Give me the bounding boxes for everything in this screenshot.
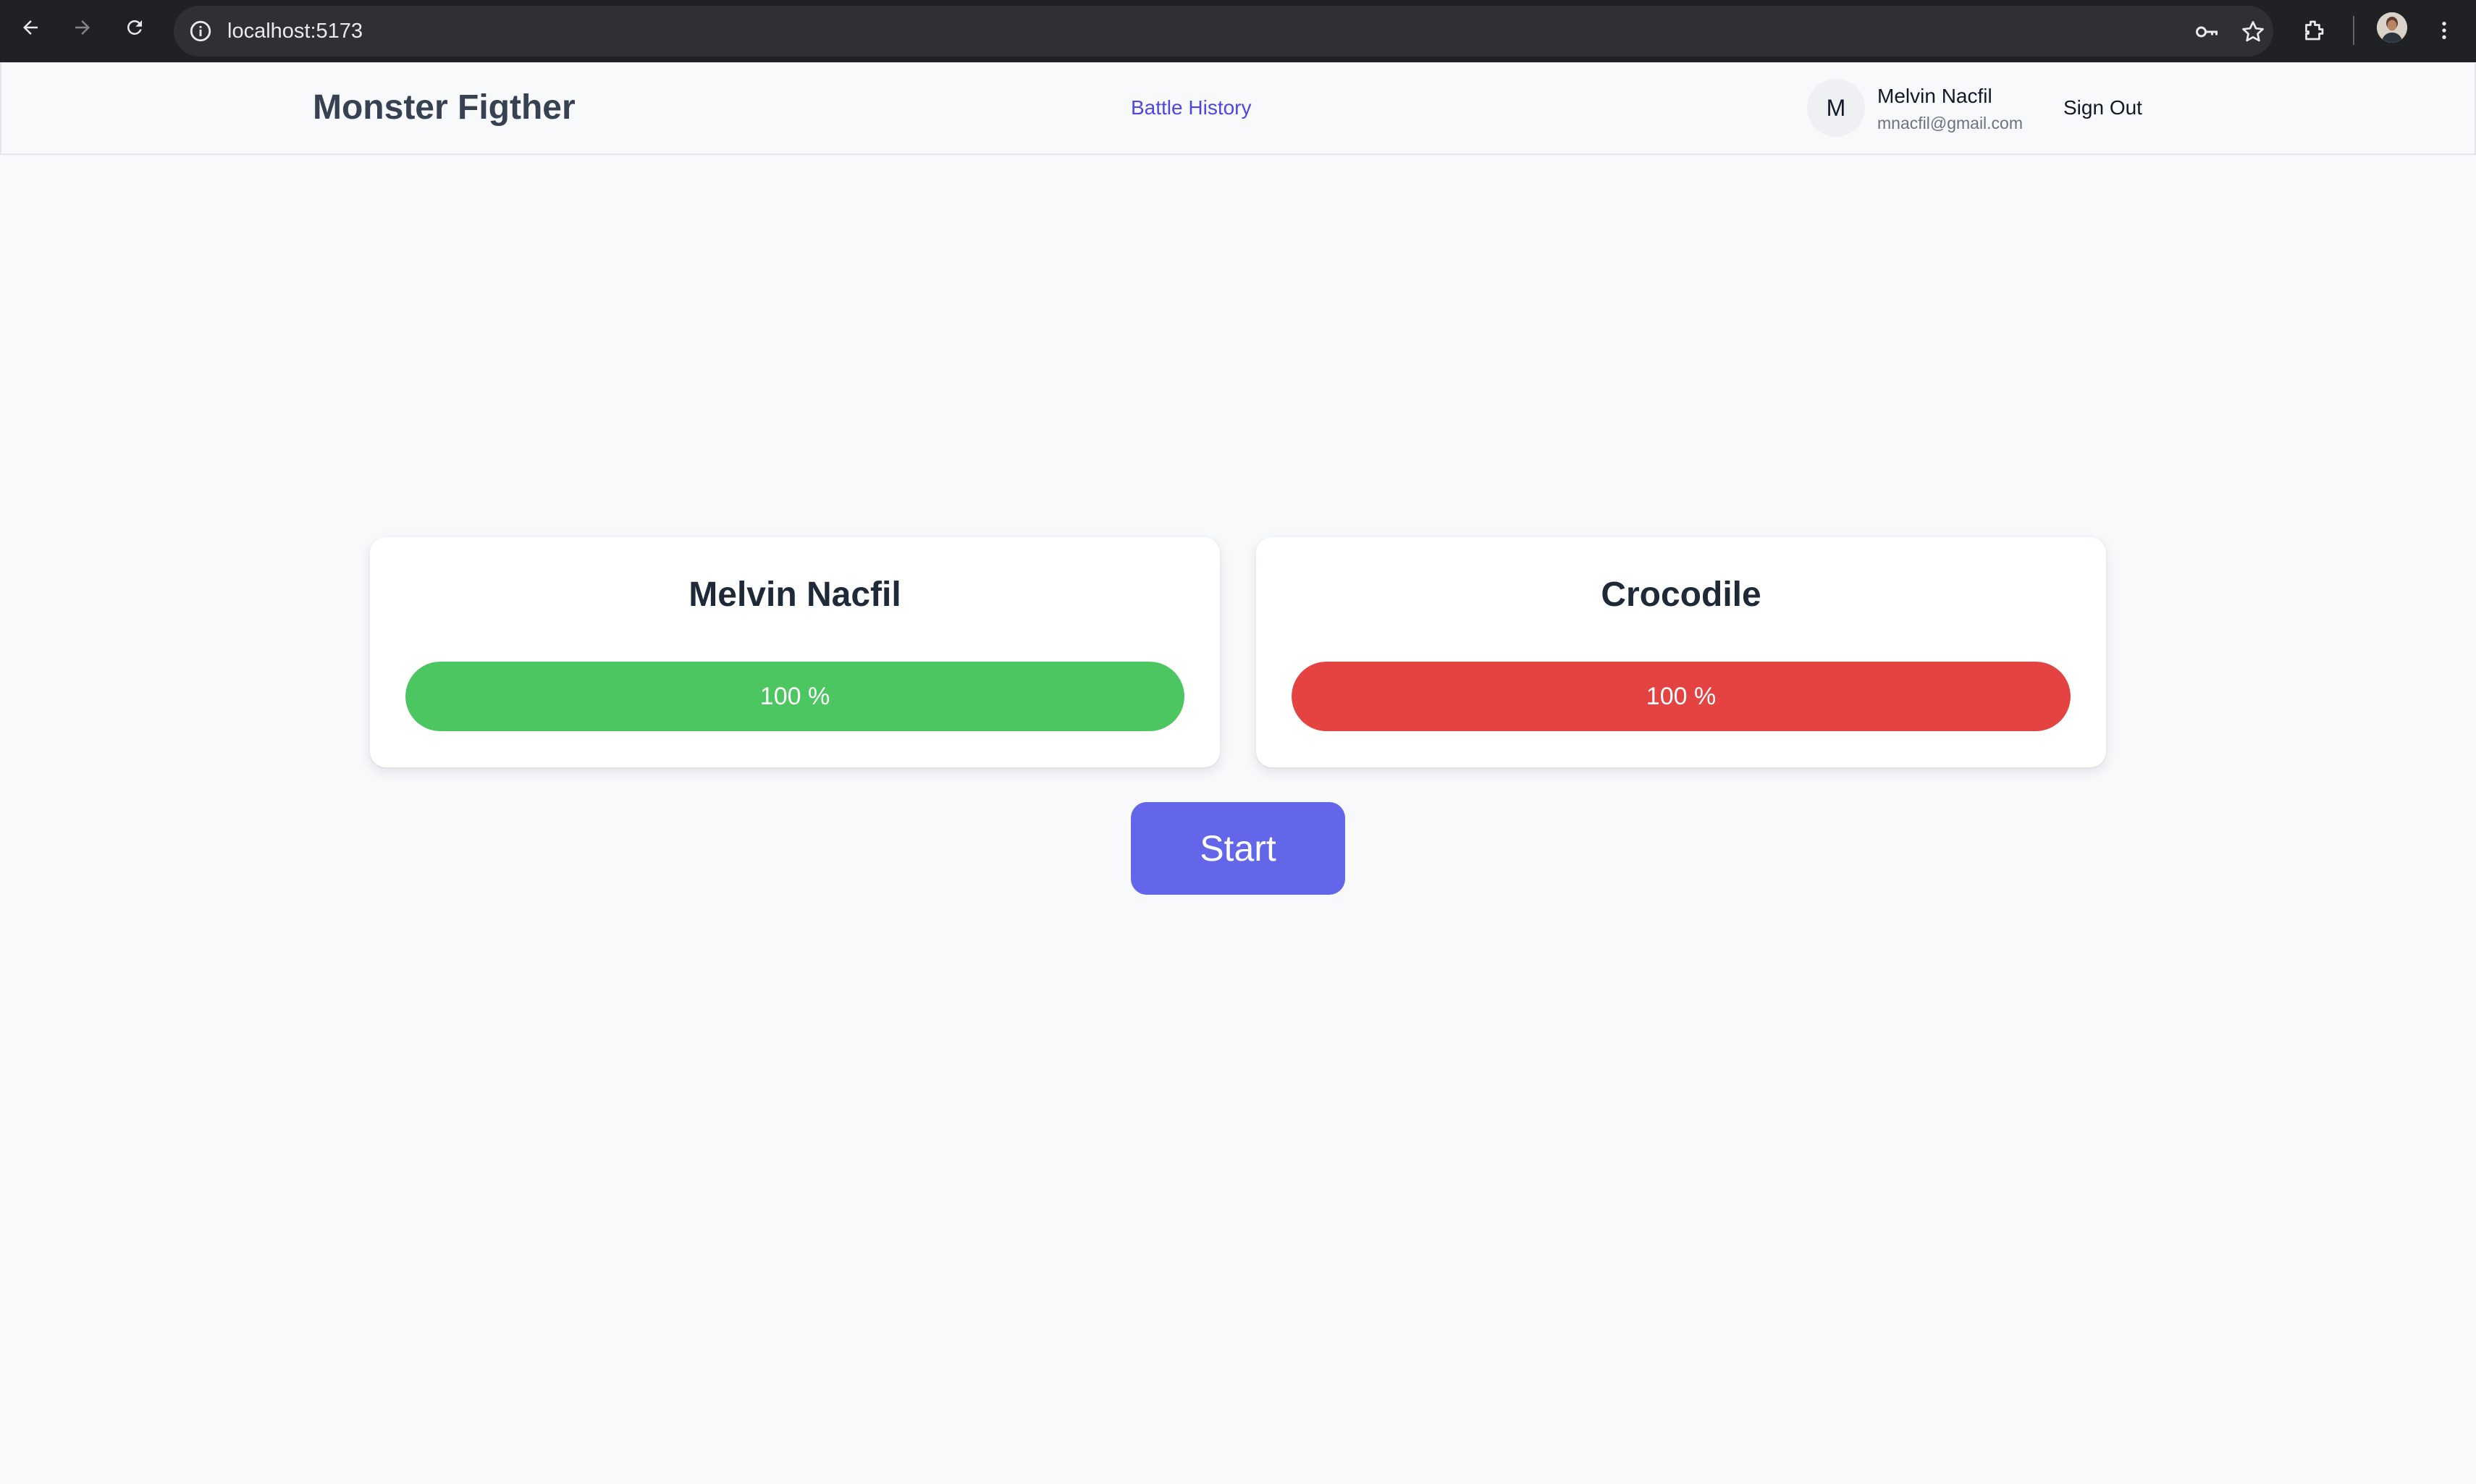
opponent-health-bar: 100 % [1292, 662, 2071, 731]
forward-arrow-icon[interactable] [61, 6, 104, 49]
key-icon[interactable] [2194, 19, 2220, 45]
opponent-card: Crocodile 100 % [1256, 537, 2106, 767]
address-bar[interactable]: localhost:5173 [174, 6, 2273, 56]
more-menu-icon[interactable] [2424, 10, 2464, 51]
extensions-icon[interactable] [2294, 10, 2334, 51]
player-health-label: 100 % [759, 683, 830, 710]
player-card: Melvin Nacfil 100 % [370, 537, 1220, 767]
star-icon[interactable] [2240, 19, 2266, 45]
sign-out-button[interactable]: Sign Out [2063, 96, 2142, 119]
url-text[interactable]: localhost:5173 [227, 6, 363, 56]
start-button[interactable]: Start [1131, 802, 1345, 895]
profile-avatar[interactable] [2377, 12, 2407, 43]
toolbar-divider [2353, 16, 2354, 45]
back-arrow-icon[interactable] [9, 6, 52, 49]
browser-toolbar: localhost:5173 [0, 0, 2476, 62]
user-email: mnacfil@gmail.com [1877, 114, 2024, 132]
opponent-health-label: 100 % [1646, 683, 1717, 710]
player-health-bar: 100 % [405, 662, 1184, 731]
user-name: Melvin Nacfil [1877, 85, 1992, 107]
site-info-icon[interactable] [188, 19, 213, 43]
app-brand[interactable]: Monster Figther [313, 88, 576, 127]
avatar[interactable]: M [1807, 79, 1865, 137]
battle-history-link[interactable]: Battle History [1131, 96, 1252, 119]
opponent-name: Crocodile [1601, 576, 1761, 614]
reload-icon[interactable] [113, 6, 156, 49]
player-name: Melvin Nacfil [689, 576, 901, 614]
app-header: Monster Figther Battle History M Melvin … [0, 62, 2476, 155]
